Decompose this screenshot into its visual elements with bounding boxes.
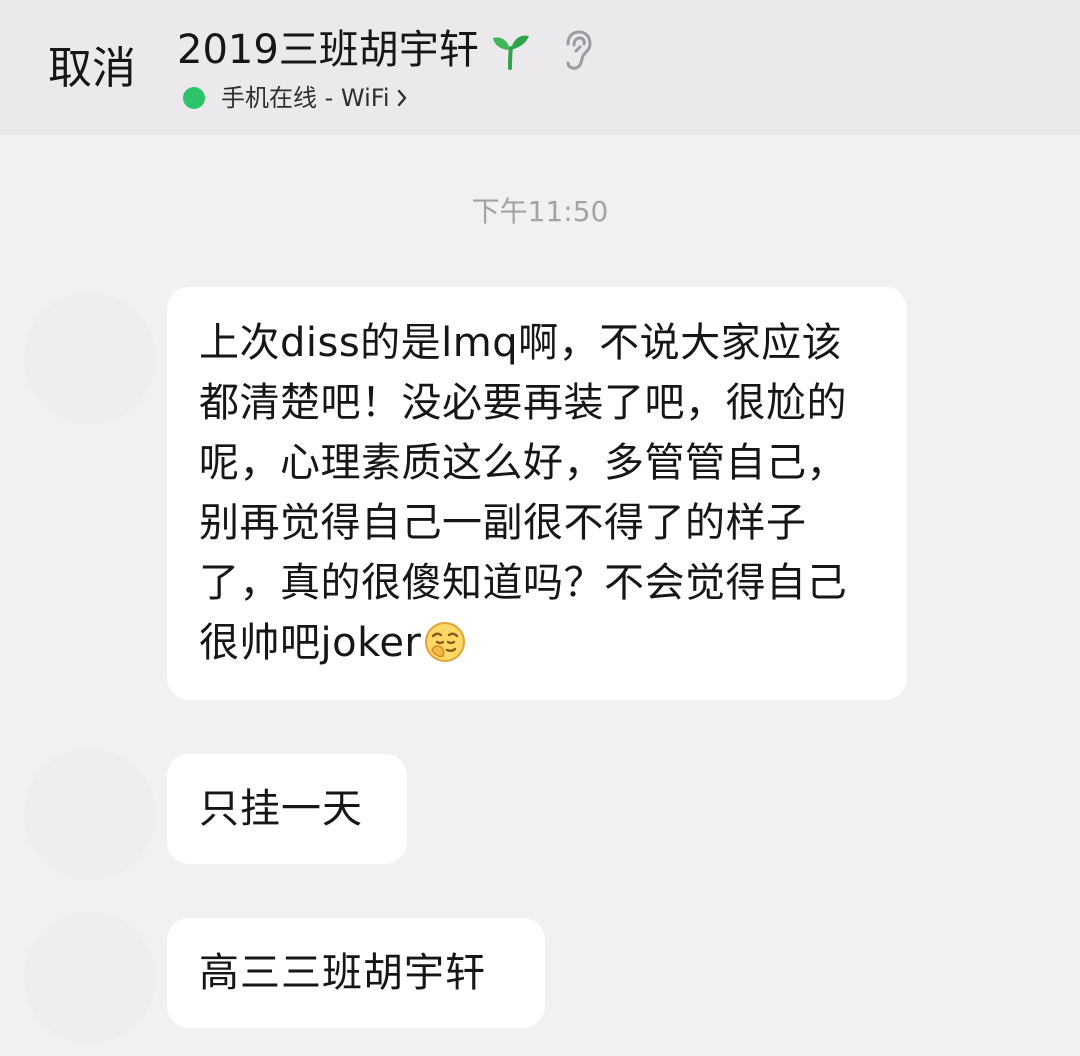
sender-avatar[interactable] <box>24 912 156 1044</box>
online-indicator <box>183 87 205 109</box>
smirk-emoji-icon <box>425 622 466 662</box>
message-text: 高三三班胡宇轩 <box>199 950 486 996</box>
sprout-icon <box>492 35 529 70</box>
ear-icon[interactable] <box>559 28 595 72</box>
contact-title[interactable]: 2019三班胡宇轩 <box>177 24 595 76</box>
message-text: 上次diss的是lmq啊，不说大家应该都清楚吧！没必要再装了吧，很尬的呢，心理素… <box>199 320 847 666</box>
message-bubble[interactable]: 高三三班胡宇轩 <box>167 918 545 1028</box>
message-text: 只挂一天 <box>199 786 363 832</box>
chat-header: 取消 2019三班胡宇轩 手机在线 - WiFi <box>0 0 1080 135</box>
contact-name: 2019三班胡宇轩 <box>177 27 479 73</box>
chevron-right-icon <box>397 89 406 107</box>
online-status[interactable]: 手机在线 - WiFi <box>183 82 408 114</box>
sender-avatar[interactable] <box>24 292 156 424</box>
cancel-button[interactable]: 取消 <box>48 44 136 94</box>
online-status-text: 手机在线 - WiFi <box>221 84 390 112</box>
sender-avatar[interactable] <box>24 748 156 880</box>
message-timestamp: 下午11:50 <box>471 195 609 228</box>
message-bubble[interactable]: 上次diss的是lmq啊，不说大家应该都清楚吧！没必要再装了吧，很尬的呢，心理素… <box>167 287 907 700</box>
message-bubble[interactable]: 只挂一天 <box>167 754 407 864</box>
